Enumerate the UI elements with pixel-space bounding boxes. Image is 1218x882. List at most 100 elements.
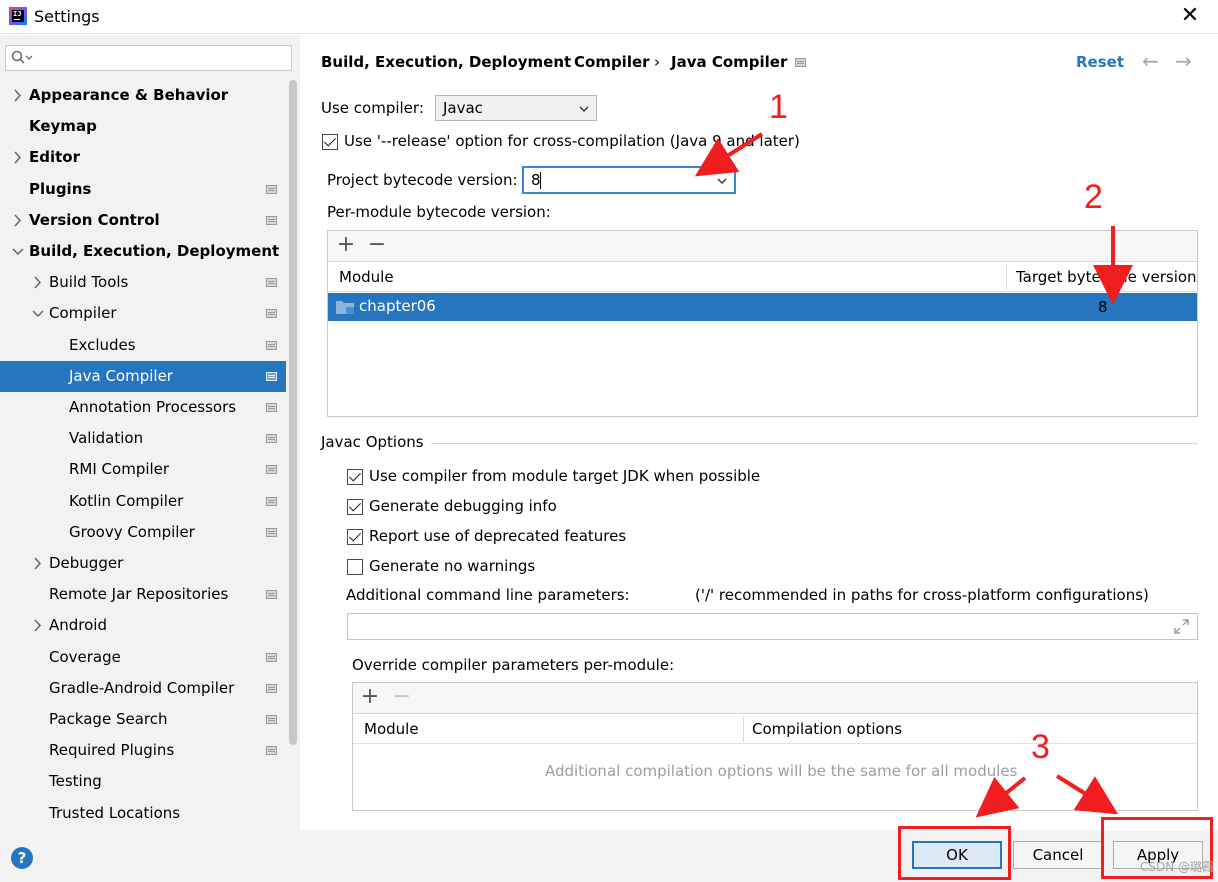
remove-icon: − — [392, 684, 412, 709]
sidebar-item-annotation-processors[interactable]: Annotation Processors — [0, 392, 286, 423]
chevron-right-icon[interactable] — [11, 205, 25, 236]
sidebar-item-validation[interactable]: Validation — [0, 423, 286, 454]
project-scope-icon — [266, 590, 277, 600]
sidebar-scrollbar[interactable] — [286, 80, 300, 780]
chevron-down-icon[interactable] — [31, 298, 45, 329]
project-scope-icon — [266, 340, 277, 350]
release-option-checkbox[interactable] — [322, 134, 338, 150]
sidebar-item-label: Editor — [29, 148, 80, 167]
column-separator[interactable] — [1006, 264, 1007, 290]
project-scope-icon — [266, 371, 277, 381]
javac-option-checkbox[interactable] — [347, 469, 363, 485]
sidebar-item-build-execution-deployment[interactable]: Build, Execution, Deployment — [0, 236, 286, 267]
watermark: CSDN @璐霞 — [1140, 860, 1215, 874]
sidebar-item-excludes[interactable]: Excludes — [0, 330, 286, 361]
column-separator[interactable] — [743, 716, 744, 742]
sidebar-item-version-control[interactable]: Version Control — [0, 205, 286, 236]
additional-params-input[interactable] — [347, 613, 1198, 640]
sidebar-item-testing[interactable]: Testing — [0, 766, 286, 797]
help-icon[interactable]: ? — [11, 847, 33, 869]
breadcrumb-item-compiler[interactable]: Compiler — [574, 53, 650, 71]
sidebar-item-label: Java Compiler — [69, 366, 173, 385]
sidebar-item-label: Plugins — [29, 179, 92, 198]
chevron-right-icon[interactable] — [31, 267, 45, 298]
javac-options-title: Javac Options — [321, 433, 424, 451]
add-icon[interactable]: + — [359, 686, 381, 710]
annotation-number-1: 1 — [769, 88, 788, 126]
sidebar-item-label: Debugger — [49, 554, 124, 572]
use-compiler-select[interactable]: Javac — [435, 95, 597, 121]
sidebar-item-label: Gradle-Android Compiler — [49, 678, 235, 697]
sidebar-item-plugins[interactable]: Plugins — [0, 174, 286, 205]
breadcrumb-item-build[interactable]: Build, Execution, Deployment — [321, 53, 571, 71]
chevron-right-icon[interactable] — [31, 610, 45, 641]
sidebar-item-label: Required Plugins — [49, 741, 175, 760]
module-folder-icon — [336, 301, 354, 314]
back-arrow-icon[interactable]: ← — [1142, 49, 1159, 73]
sidebar-item-package-search[interactable]: Package Search — [0, 704, 286, 735]
settings-content: Build, Execution, Deployment › Compiler … — [300, 35, 1218, 830]
module-target-value[interactable]: 8 — [1098, 298, 1108, 316]
sidebar-item-build-tools[interactable]: Build Tools — [0, 267, 286, 298]
release-option-label: Use '--release' option for cross-compila… — [344, 132, 800, 150]
table-row[interactable]: chapter06 8 — [328, 293, 1197, 321]
sidebar-item-rmi-compiler[interactable]: RMI Compiler — [0, 454, 286, 485]
search-input[interactable] — [5, 45, 292, 71]
sidebar-item-compiler[interactable]: Compiler — [0, 298, 286, 329]
chevron-right-icon[interactable] — [11, 142, 25, 173]
sidebar-item-keymap[interactable]: Keymap — [0, 111, 286, 142]
chevron-down-icon[interactable] — [11, 236, 25, 267]
sidebar-item-kotlin-compiler[interactable]: Kotlin Compiler — [0, 486, 286, 517]
override-params-label: Override compiler parameters per-module: — [352, 656, 675, 674]
sidebar-item-label: Compiler — [49, 304, 117, 323]
chevron-right-icon[interactable] — [31, 548, 45, 579]
reset-link[interactable]: Reset — [1076, 53, 1124, 71]
search-icon — [11, 50, 33, 64]
additional-params-hint: ('/' recommended in paths for cross-plat… — [695, 586, 1149, 604]
chevron-down-icon[interactable] — [717, 176, 727, 186]
sidebar-item-debugger[interactable]: Debugger — [0, 548, 286, 579]
sidebar-item-required-plugins[interactable]: Required Plugins — [0, 735, 286, 766]
sidebar-item-groovy-compiler[interactable]: Groovy Compiler — [0, 517, 286, 548]
javac-option-label: Report use of deprecated features — [369, 527, 627, 545]
sidebar-item-java-compiler[interactable]: Java Compiler — [0, 360, 286, 392]
sidebar-item-coverage[interactable]: Coverage — [0, 642, 286, 673]
breadcrumb-separator: › — [654, 53, 660, 71]
bytecode-version-combo[interactable]: 8 — [522, 166, 736, 194]
annotation-number-3: 3 — [1031, 728, 1050, 766]
sidebar-scrollbar-thumb[interactable] — [289, 80, 297, 745]
close-icon[interactable]: ✕ — [1178, 3, 1202, 29]
column-module[interactable]: Module — [364, 720, 419, 738]
section-divider — [431, 443, 1198, 444]
sidebar-item-label: Annotation Processors — [69, 398, 237, 416]
project-scope-icon — [266, 683, 277, 693]
sidebar-item-label: Trusted Locations — [49, 803, 181, 822]
additional-params-label: Additional command line parameters: — [346, 586, 630, 604]
sidebar-item-label: RMI Compiler — [69, 460, 170, 479]
project-scope-icon — [266, 652, 277, 662]
sidebar-item-label: Testing — [49, 772, 102, 791]
column-target-bytecode[interactable]: Target bytecode version — [1016, 268, 1197, 286]
remove-icon[interactable]: − — [366, 234, 388, 258]
javac-option-checkbox[interactable] — [347, 529, 363, 545]
forward-arrow-icon[interactable]: → — [1175, 49, 1192, 73]
sidebar-item-trusted-locations[interactable]: Trusted Locations — [0, 798, 286, 829]
chevron-down-icon — [579, 106, 589, 112]
per-module-header: Module Target bytecode version — [328, 262, 1197, 292]
javac-option-checkbox[interactable] — [347, 499, 363, 515]
javac-option-checkbox[interactable] — [347, 559, 363, 575]
expand-icon[interactable] — [1174, 619, 1189, 634]
column-module[interactable]: Module — [339, 268, 394, 286]
column-compilation-options[interactable]: Compilation options — [752, 720, 902, 738]
sidebar-item-appearance-behavior[interactable]: Appearance & Behavior — [0, 80, 286, 111]
sidebar-item-editor[interactable]: Editor — [0, 142, 286, 173]
add-icon[interactable]: + — [335, 234, 357, 258]
sidebar-item-remote-jar-repositories[interactable]: Remote Jar Repositories — [0, 579, 286, 610]
chevron-right-icon[interactable] — [11, 80, 25, 111]
cancel-button[interactable]: Cancel — [1013, 841, 1103, 869]
sidebar-item-gradle-android-compiler[interactable]: Gradle-Android Compiler — [0, 673, 286, 704]
sidebar-item-label: Groovy Compiler — [69, 522, 195, 541]
sidebar-item-android[interactable]: Android — [0, 610, 286, 641]
sidebar-item-label: Coverage — [49, 647, 121, 666]
per-module-label: Per-module bytecode version: — [327, 203, 551, 221]
